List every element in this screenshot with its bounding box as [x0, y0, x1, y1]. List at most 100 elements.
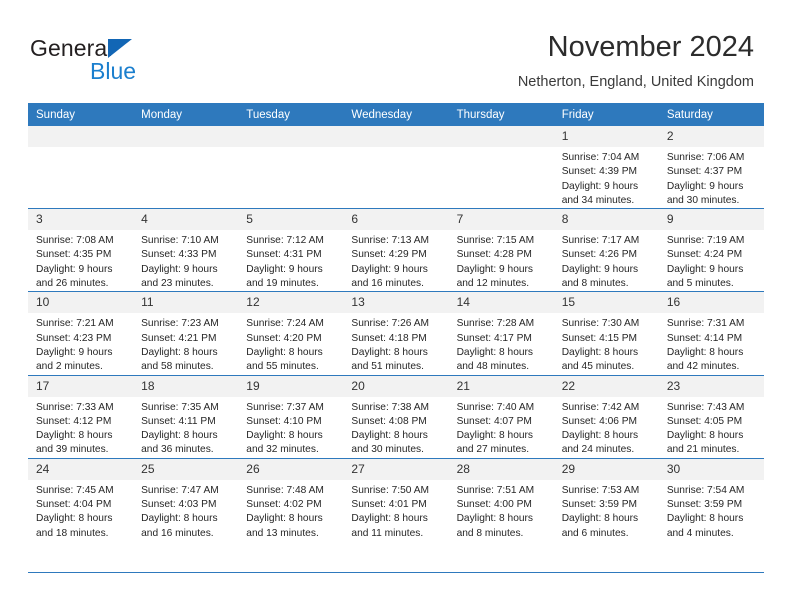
day-details: Sunrise: 7:15 AM Sunset: 4:28 PM Daylight:… — [449, 230, 554, 291]
weekday-headers: Sunday Monday Tuesday Wednesday Thursday Frid… — [28, 103, 764, 126]
calendar-day-cell[interactable]: 20 Sunrise: 7:38 AM Sunset: 4:08 PM Dayligh… — [343, 374, 449, 459]
day-number: 7 — [448, 209, 554, 231]
day-number: 12 — [238, 292, 344, 314]
day-number: 3 — [28, 209, 134, 231]
calendar-day-cell[interactable]: 21 Sunrise: 7:40 AM Sunset: 4:07 PM Dayligh… — [448, 374, 554, 459]
day-detail-line: Sunrise: 7:13 AM — [351, 235, 430, 247]
calendar-day-cell[interactable]: 28 Sunrise: 7:51 AM Sunset: 4:00 PM Dayligh… — [448, 457, 554, 541]
calendar-day-cell[interactable]: 3 Sunrise: 7:08 AM Sunset: 4:35 PM Daylight… — [28, 208, 134, 292]
day-detail-line: Daylight: 8 hours — [456, 430, 534, 442]
day-detail-line: Sunset: 4:31 PM — [246, 249, 322, 261]
day-details: Sunrise: 7:21 AM Sunset: 4:23 PM Daylight:… — [28, 313, 133, 374]
day-detail-line: Daylight: 8 hours — [666, 346, 744, 358]
calendar-day-cell[interactable]: 9 Sunrise: 7:19 AM Sunset: 4:24 PM Daylight… — [658, 208, 764, 292]
calendar-day-cell[interactable]: 8 Sunrise: 7:17 AM Sunset: 4:26 PM Daylight… — [553, 208, 659, 292]
day-detail-line: Sunrise: 7:51 AM — [456, 484, 535, 496]
day-number: 30 — [658, 458, 764, 480]
calendar-day-cell[interactable]: 26 Sunrise: 7:48 AM Sunset: 4:02 PM Dayligh… — [238, 457, 344, 541]
day-detail-line: Sunrise: 7:04 AM — [561, 152, 640, 163]
day-detail-line: Sunrise: 7:08 AM — [36, 235, 114, 247]
calendar-day-cell[interactable]: 4 Sunrise: 7:10 AM Sunset: 4:33 PM Daylight… — [133, 208, 239, 292]
day-details: Sunrise: 7:17 AM Sunset: 4:26 PM Daylight:… — [554, 230, 659, 291]
calendar-week-row: 3 Sunrise: 7:08 AM Sunset: 4:35 PM Daylight… — [28, 208, 764, 292]
day-detail-line: Sunrise: 7:23 AM — [141, 318, 219, 330]
day-detail-line: Sunset: 4:15 PM — [561, 332, 638, 344]
page-title: November 2024 — [547, 31, 754, 63]
calendar-day-cell[interactable]: 5 Sunrise: 7:12 AM Sunset: 4:31 PM Daylight… — [238, 208, 344, 292]
day-detail-line: Daylight: 8 hours — [351, 430, 428, 442]
title-block: November 2024 Netherton, England, United… — [518, 30, 754, 92]
day-detail-line: Daylight: 8 hours — [141, 346, 218, 358]
day-detail-line: Daylight: 9 hours — [456, 263, 534, 275]
weekday-header-wednesday: Wednesday — [343, 103, 449, 126]
calendar-day-cell[interactable]: 14 Sunrise: 7:28 AM Sunset: 4:17 PM Dayligh… — [448, 291, 554, 376]
day-details: Sunrise: 7:51 AM Sunset: 4:00 PM Daylight:… — [449, 480, 554, 541]
day-detail-line: Sunrise: 7:06 AM — [666, 152, 745, 163]
day-detail-line: and 32 minutes. — [246, 444, 319, 456]
day-number: 6 — [343, 209, 449, 231]
day-number: 26 — [238, 458, 344, 480]
calendar-day-cell[interactable]: 24 Sunrise: 7:45 AM Sunset: 4:04 PM Dayligh… — [28, 457, 134, 541]
day-number: 5 — [238, 209, 344, 231]
day-detail-line: Sunrise: 7:19 AM — [666, 235, 745, 247]
day-detail-line: Sunset: 4:33 PM — [141, 249, 217, 261]
calendar-day-cell[interactable]: 18 Sunrise: 7:35 AM Sunset: 4:11 PM Dayligh… — [133, 374, 239, 459]
day-details: Sunrise: 7:48 AM Sunset: 4:02 PM Daylight:… — [238, 480, 343, 541]
day-detail-line: Daylight: 8 hours — [36, 513, 113, 525]
day-detail-line: and 2 minutes. — [36, 361, 103, 373]
calendar-day-cell[interactable]: 25 Sunrise: 7:47 AM Sunset: 4:03 PM Dayligh… — [133, 457, 239, 541]
calendar-day-cell[interactable]: 1 Sunrise: 7:04 AM Sunset: 4:39 PM Daylight… — [553, 126, 659, 209]
calendar-day-cell[interactable]: 13 Sunrise: 7:26 AM Sunset: 4:18 PM Dayligh… — [343, 291, 449, 376]
day-detail-line: Sunrise: 7:26 AM — [351, 318, 430, 330]
calendar-day-cell-empty — [448, 126, 554, 209]
calendar-day-cell[interactable]: 27 Sunrise: 7:50 AM Sunset: 4:01 PM Dayligh… — [343, 457, 449, 541]
calendar-day-cell-empty — [238, 126, 344, 209]
day-number: 29 — [553, 458, 659, 480]
calendar-day-cell[interactable]: 17 Sunrise: 7:33 AM Sunset: 4:12 PM Dayligh… — [28, 374, 134, 459]
calendar-day-cell-empty — [28, 126, 134, 209]
day-details — [449, 147, 554, 151]
day-number: 10 — [28, 292, 134, 314]
calendar-day-cell[interactable]: 15 Sunrise: 7:30 AM Sunset: 4:15 PM Dayligh… — [553, 291, 659, 376]
day-number: 4 — [133, 209, 239, 231]
day-detail-line: Sunrise: 7:54 AM — [666, 484, 745, 496]
calendar-day-cell[interactable]: 12 Sunrise: 7:24 AM Sunset: 4:20 PM Dayligh… — [238, 291, 344, 376]
day-number: 20 — [343, 375, 449, 397]
day-number: 8 — [553, 209, 659, 231]
day-details: Sunrise: 7:28 AM Sunset: 4:17 PM Daylight:… — [449, 313, 554, 374]
calendar-day-cell[interactable]: 6 Sunrise: 7:13 AM Sunset: 4:29 PM Daylight… — [343, 208, 449, 292]
calendar-day-cell[interactable]: 7 Sunrise: 7:15 AM Sunset: 4:28 PM Daylight… — [448, 208, 554, 292]
calendar-day-cell[interactable]: 10 Sunrise: 7:21 AM Sunset: 4:23 PM Dayligh… — [28, 291, 134, 376]
calendar-day-cell[interactable]: 11 Sunrise: 7:23 AM Sunset: 4:21 PM Dayligh… — [133, 291, 239, 376]
day-detail-line: Sunset: 4:26 PM — [561, 249, 638, 261]
calendar-day-cell[interactable]: 19 Sunrise: 7:37 AM Sunset: 4:10 PM Dayligh… — [238, 374, 344, 459]
day-details: Sunrise: 7:43 AM Sunset: 4:05 PM Daylight:… — [659, 397, 764, 458]
calendar-day-cell[interactable]: 30 Sunrise: 7:54 AM Sunset: 3:59 PM Dayligh… — [658, 457, 764, 541]
day-detail-line: Daylight: 9 hours — [561, 180, 639, 192]
day-detail-line: and 51 minutes. — [351, 361, 424, 373]
general-blue-logo[interactable]: General Blue — [30, 36, 250, 86]
day-detail-line: Sunset: 4:08 PM — [351, 415, 427, 427]
day-detail-line: Sunset: 4:14 PM — [666, 332, 743, 344]
day-detail-line: and 55 minutes. — [246, 361, 319, 373]
day-number: 24 — [28, 458, 134, 480]
calendar-day-cell[interactable]: 22 Sunrise: 7:42 AM Sunset: 4:06 PM Dayligh… — [553, 374, 659, 459]
calendar-day-cell[interactable]: 2 Sunrise: 7:06 AM Sunset: 4:37 PM Daylight… — [658, 126, 764, 209]
calendar-day-cell[interactable]: 23 Sunrise: 7:43 AM Sunset: 4:05 PM Dayligh… — [658, 374, 764, 459]
calendar-day-cell[interactable]: 29 Sunrise: 7:53 AM Sunset: 3:59 PM Dayligh… — [553, 457, 659, 541]
day-detail-line: Sunrise: 7:17 AM — [561, 235, 640, 247]
weekday-header-tuesday: Tuesday — [238, 103, 344, 126]
calendar-header-row: Sunday Monday Tuesday Wednesday Thursday Frid… — [28, 103, 764, 126]
day-detail-line: and 19 minutes. — [246, 278, 319, 290]
calendar-day-cell[interactable]: 16 Sunrise: 7:31 AM Sunset: 4:14 PM Dayligh… — [658, 291, 764, 376]
day-detail-line: Sunrise: 7:15 AM — [456, 235, 535, 247]
weekday-header-sunday: Sunday — [28, 103, 134, 126]
day-detail-line: Sunrise: 7:12 AM — [246, 235, 324, 247]
day-number: 27 — [343, 458, 449, 480]
day-detail-line: and 39 minutes. — [36, 444, 109, 456]
day-detail-line: and 27 minutes. — [456, 444, 530, 456]
day-detail-line: and 21 minutes. — [666, 444, 740, 456]
day-details: Sunrise: 7:54 AM Sunset: 3:59 PM Daylight:… — [659, 480, 764, 541]
calendar-week-row: 24 Sunrise: 7:45 AM Sunset: 4:04 PM Dayligh… — [28, 457, 764, 541]
day-detail-line: Sunset: 4:35 PM — [36, 249, 112, 261]
